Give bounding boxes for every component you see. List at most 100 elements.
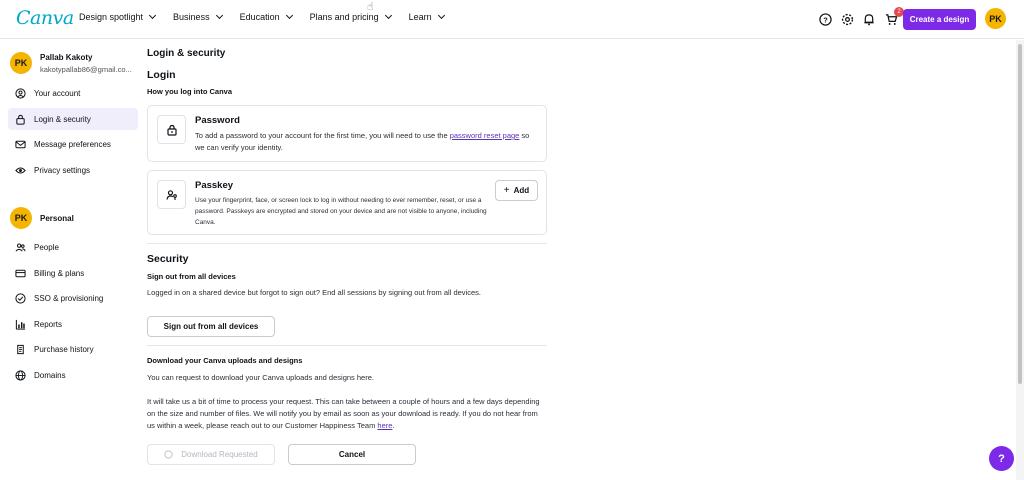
password-reset-link[interactable]: password reset page (450, 131, 520, 140)
chevron-down-icon (384, 11, 392, 20)
chevron-down-icon (285, 11, 293, 20)
passkey-title: Passkey (195, 180, 234, 191)
nav-business[interactable]: Business (173, 11, 223, 22)
sidebar-item-message-preferences[interactable]: Message preferences (8, 133, 138, 155)
nav-design-spotlight[interactable]: Design spotlight (79, 11, 157, 22)
reports-icon (15, 319, 26, 330)
sidebar-item-privacy-settings[interactable]: Privacy settings (8, 159, 138, 181)
sidebar-item-billing-plans[interactable]: Billing & plans (8, 262, 138, 284)
page-scrollbar[interactable] (1016, 40, 1024, 480)
profile-avatar[interactable]: PK (985, 8, 1006, 29)
download-requested-label: Download Requested (181, 450, 258, 459)
sidebar-item-your-account[interactable]: Your account (8, 82, 138, 104)
chevron-down-icon (215, 11, 223, 20)
help-icon[interactable]: ? (818, 12, 832, 26)
signout-description: Logged in on a shared device but forgot … (147, 288, 481, 297)
sidebar-item-purchase-history[interactable]: Purchase history (8, 338, 138, 360)
download-description: You can request to download your Canva u… (147, 373, 374, 382)
sidebar-item-label: Domains (34, 370, 66, 380)
sidebar-item-label: Billing & plans (34, 268, 85, 278)
top-navigation-bar: Canva Design spotlight Business Educatio… (0, 0, 1024, 39)
nav-education[interactable]: Education (239, 11, 293, 22)
sidebar-item-reports[interactable]: Reports (8, 313, 138, 335)
section-divider (147, 243, 547, 244)
nav-label: Learn (408, 12, 432, 22)
sidebar-item-label: Your account (34, 88, 81, 98)
sidebar-item-login-security[interactable]: Login & security (8, 108, 138, 130)
settings-sidebar: PK Pallab Kakoty kakotypallab86@gmail.co… (0, 40, 142, 480)
login-subheading: How you log into Canva (147, 87, 233, 96)
sign-out-all-devices-button[interactable]: Sign out from all devices (147, 316, 275, 337)
user-email: kakotypallab86@gmail.co... (40, 64, 132, 74)
nav-label: Plans and pricing (309, 12, 379, 22)
sso-icon (15, 292, 26, 304)
help-float-button[interactable]: ? (989, 446, 1014, 471)
sidebar-item-sso-provisioning[interactable]: SSO & provisioning (8, 287, 138, 309)
passkey-description: Use your fingerprint, face, or screen lo… (195, 197, 487, 226)
user-info: PK Pallab Kakoty kakotypallab86@gmail.co… (10, 52, 132, 74)
download-heading: Download your Canva uploads and designs (147, 356, 303, 365)
history-icon (15, 344, 26, 355)
sidebar-item-label: Purchase history (34, 344, 94, 354)
globe-icon (15, 369, 26, 381)
header-icons: ? 2 (818, 7, 904, 26)
notifications-bell-icon[interactable] (862, 12, 876, 26)
nav-label: Business (173, 12, 210, 22)
download-info-end: . (392, 421, 395, 430)
passkey-card: Passkey Use your fingerprint, face, or s… (147, 170, 547, 235)
download-info: It will take us a bit of time to process… (147, 396, 547, 432)
sidebar-item-label: SSO & provisioning (34, 293, 104, 303)
spinner-icon (164, 450, 173, 459)
svg-text:?: ? (823, 15, 828, 24)
settings-gear-icon[interactable] (840, 12, 854, 26)
lock-icon (157, 115, 186, 144)
download-requested-button: Download Requested (147, 444, 275, 465)
add-passkey-button[interactable]: + Add (495, 180, 538, 201)
section-divider (147, 345, 547, 346)
sidebar-item-label: Privacy settings (34, 165, 91, 175)
people-icon (15, 242, 26, 253)
cancel-download-button[interactable]: Cancel (288, 444, 416, 465)
canva-logo[interactable]: Canva (16, 7, 74, 29)
download-info-text: It will take us a bit of time to process… (147, 397, 540, 430)
nav-plans-pricing[interactable]: Plans and pricing (309, 11, 392, 22)
sidebar-item-label: Login & security (34, 114, 91, 124)
user-name: Pallab Kakoty (40, 52, 93, 62)
lock-icon (15, 114, 26, 125)
team-switcher[interactable]: PK Personal (10, 207, 74, 229)
page-title: Login & security (147, 48, 226, 59)
login-heading: Login (147, 69, 176, 81)
chevron-down-icon (149, 11, 157, 20)
passkey-icon (157, 180, 186, 209)
customer-happiness-link[interactable]: here (377, 421, 392, 430)
privacy-icon (15, 165, 26, 176)
sidebar-item-people[interactable]: People (8, 236, 138, 258)
signout-heading: Sign out from all devices (147, 272, 236, 281)
nav-label: Design spotlight (79, 12, 144, 22)
user-avatar: PK (10, 52, 32, 74)
chevron-down-icon (437, 11, 445, 20)
nav-learn[interactable]: Learn (408, 11, 445, 22)
password-card: Password To add a password to your accou… (147, 105, 547, 162)
nav-label: Education (239, 12, 280, 22)
card-icon (15, 268, 26, 279)
password-title: Password (195, 115, 240, 126)
create-design-button[interactable]: Create a design (903, 9, 976, 30)
plus-icon: + (503, 185, 510, 196)
mail-icon (15, 139, 26, 150)
team-name: Personal (40, 213, 74, 223)
person-icon (15, 87, 26, 99)
sidebar-item-label: People (34, 242, 59, 252)
cart-icon[interactable]: 2 (884, 7, 904, 26)
team-avatar: PK (10, 207, 32, 229)
security-heading: Security (147, 253, 189, 265)
scrollbar-thumb[interactable] (1018, 44, 1022, 384)
mouse-cursor-icon: ☝ (367, 1, 374, 13)
sidebar-item-label: Message preferences (34, 139, 111, 149)
password-description: To add a password to your account for th… (195, 130, 535, 154)
sidebar-item-domains[interactable]: Domains (8, 364, 138, 386)
password-desc-text: To add a password to your account for th… (195, 131, 450, 140)
sidebar-item-label: Reports (34, 319, 63, 329)
main-nav: Design spotlight Business Education Plan… (79, 11, 462, 22)
add-label: Add (513, 186, 530, 195)
